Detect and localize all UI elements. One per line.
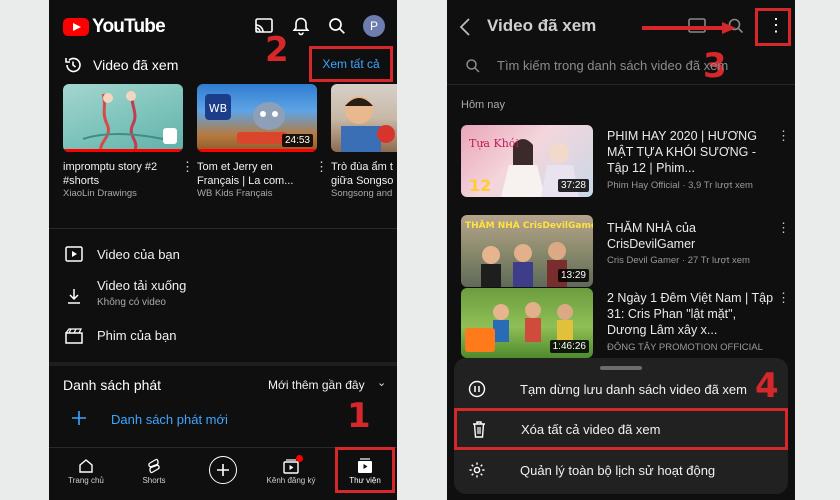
more-options-icon[interactable]: ⋮ — [777, 128, 790, 144]
svg-text:Tựa Khói: Tựa Khói — [469, 137, 519, 150]
video-thumbnail[interactable] — [331, 84, 397, 152]
search-icon — [465, 58, 481, 74]
library-screen: YouTube P Video đã xem 2 Xem tất cả WB 2… — [49, 0, 397, 500]
video-thumbnail[interactable]: THĂM NHÀ CrisDevilGamer 13:29 — [461, 215, 593, 287]
more-options-icon[interactable]: ⋮ — [181, 160, 194, 173]
nav-shorts[interactable]: Shorts — [124, 458, 184, 485]
svg-text:THĂM NHÀ CrisDevilGamer: THĂM NHÀ CrisDevilGamer — [465, 219, 593, 231]
youtube-play-icon — [63, 18, 89, 36]
history-video-meta: Cris Devil Gamer · 27 Tr lượt xem — [607, 255, 750, 266]
video-channel: XiaoLin Drawings — [63, 188, 137, 199]
video-channel: Songsong and — [331, 188, 393, 199]
menu-pause-history-label: Tạm dừng lưu danh sách video đã xem — [520, 381, 747, 397]
duration-badge: 37:28 — [557, 179, 589, 192]
more-options-icon[interactable]: ⋮ — [777, 220, 790, 236]
bell-icon[interactable] — [291, 16, 311, 36]
video-title[interactable]: impromptu story #2 #shorts — [63, 160, 173, 188]
movie-clapper-icon — [65, 328, 83, 344]
see-all-button[interactable]: Xem tất cả — [309, 46, 393, 82]
gear-icon — [469, 462, 485, 478]
more-options-icon[interactable]: ⋮ — [315, 160, 328, 173]
duration-badge: 24:53 — [281, 134, 313, 147]
download-icon — [67, 288, 81, 304]
new-playlist-button[interactable]: Danh sách phát mới — [111, 412, 228, 427]
nav-shorts-label: Shorts — [142, 476, 166, 485]
video-thumbnail[interactable]: WB 24:53 — [197, 84, 317, 152]
video-title[interactable]: Tom et Jerry en Français | La com... — [197, 160, 307, 188]
divider — [49, 228, 397, 229]
duration-badge: 13:29 — [557, 269, 589, 282]
video-thumbnail[interactable]: Tựa Khói 12 37:28 — [461, 125, 593, 197]
video-channel: WB Kids Français — [197, 188, 273, 199]
annotation-arrow — [642, 22, 738, 34]
history-title: Video đã xem — [93, 57, 179, 73]
menu-manage-activity[interactable]: Quản lý toàn bộ lịch sử hoạt động — [454, 450, 788, 490]
history-video-title[interactable]: THĂM NHÀ của CrisDevilGamer — [607, 220, 775, 252]
history-screen: Video đã xem ⋮ 3 Tìm kiếm trong danh sác… — [447, 0, 795, 500]
svg-text:12: 12 — [469, 176, 491, 195]
avatar[interactable]: P — [363, 15, 385, 37]
playlist-sort-dropdown[interactable]: Mới thêm gần đây — [268, 378, 365, 392]
shorts-badge-icon — [163, 128, 177, 144]
history-video-title[interactable]: PHIM HAY 2020 | HƯƠNG MẬT TỰA KHÓI SƯƠNG… — [607, 128, 775, 176]
more-options-icon[interactable]: ⋮ — [777, 290, 790, 306]
chevron-down-icon[interactable]: ⌄ — [377, 376, 386, 389]
nav-home[interactable]: Trang chủ — [56, 458, 116, 485]
play-video-icon — [65, 246, 83, 262]
history-video-title[interactable]: 2 Ngày 1 Đêm Việt Nam | Tập 31: Cris Pha… — [607, 290, 775, 338]
history-search-input[interactable]: Tìm kiếm trong danh sách video đã xem — [497, 58, 728, 73]
logo-text: YouTube — [92, 16, 166, 37]
nav-subscriptions-label: Kênh đăng ký — [266, 476, 316, 485]
search-icon[interactable] — [327, 16, 347, 36]
library-item-your-movies[interactable]: Phim của bạn — [97, 328, 177, 343]
svg-text:WB: WB — [209, 102, 227, 115]
library-item-your-videos[interactable]: Video của bạn — [97, 247, 180, 262]
library-item-downloads[interactable]: Video tải xuống — [97, 278, 186, 293]
video-title[interactable]: Trò đùa ẩm t giữa Songso — [331, 160, 397, 188]
more-options-icon[interactable]: ⋮ — [767, 16, 785, 34]
section-label-today: Hôm nay — [461, 99, 506, 111]
notification-dot — [296, 455, 303, 462]
nav-home-label: Trang chủ — [68, 476, 104, 485]
annotation-2: 2 — [265, 30, 289, 70]
playlists-title: Danh sách phát — [63, 377, 162, 393]
watched-progress-bar — [63, 149, 183, 152]
menu-clear-history-label: Xóa tất cả video đã xem — [521, 421, 661, 437]
history-video-meta: Phim Hay Official · 3,9 Tr lượt xem — [607, 180, 753, 191]
page-title: Video đã xem — [487, 16, 597, 35]
divider — [49, 362, 397, 366]
annotation-1: 1 — [347, 396, 371, 436]
plus-icon[interactable] — [71, 410, 87, 426]
shorts-icon — [148, 458, 160, 474]
youtube-logo[interactable]: YouTube — [63, 16, 166, 38]
options-bottom-sheet: Tạm dừng lưu danh sách video đã xem Xóa … — [454, 358, 788, 494]
back-arrow-icon[interactable] — [459, 17, 471, 37]
nav-subscriptions[interactable]: Kênh đăng ký — [261, 455, 321, 485]
nav-library-label: Thư viện — [349, 476, 381, 485]
trash-icon — [473, 421, 485, 438]
person-illustration — [341, 96, 395, 152]
library-icon — [358, 458, 372, 473]
menu-clear-history[interactable]: Xóa tất cả video đã xem — [454, 408, 788, 450]
watched-progress-bar — [197, 149, 317, 152]
annotation-4: 4 — [755, 366, 779, 406]
history-icon — [63, 55, 83, 75]
video-thumbnail[interactable] — [63, 84, 183, 152]
nav-library[interactable]: Thư viện — [335, 458, 395, 485]
downloads-status: Không có video — [97, 297, 166, 308]
home-icon — [79, 459, 93, 473]
menu-pause-history[interactable]: Tạm dừng lưu danh sách video đã xem — [454, 369, 788, 409]
video-thumbnail[interactable]: 1:46:26 — [461, 288, 593, 358]
menu-manage-activity-label: Quản lý toàn bộ lịch sử hoạt động — [520, 462, 716, 478]
create-plus-icon[interactable] — [209, 456, 237, 484]
divider — [447, 84, 795, 85]
pause-icon — [468, 380, 486, 398]
history-video-meta: ĐÔNG TÂY PROMOTION OFFICIAL — [607, 342, 763, 353]
duration-badge: 1:46:26 — [549, 340, 589, 353]
